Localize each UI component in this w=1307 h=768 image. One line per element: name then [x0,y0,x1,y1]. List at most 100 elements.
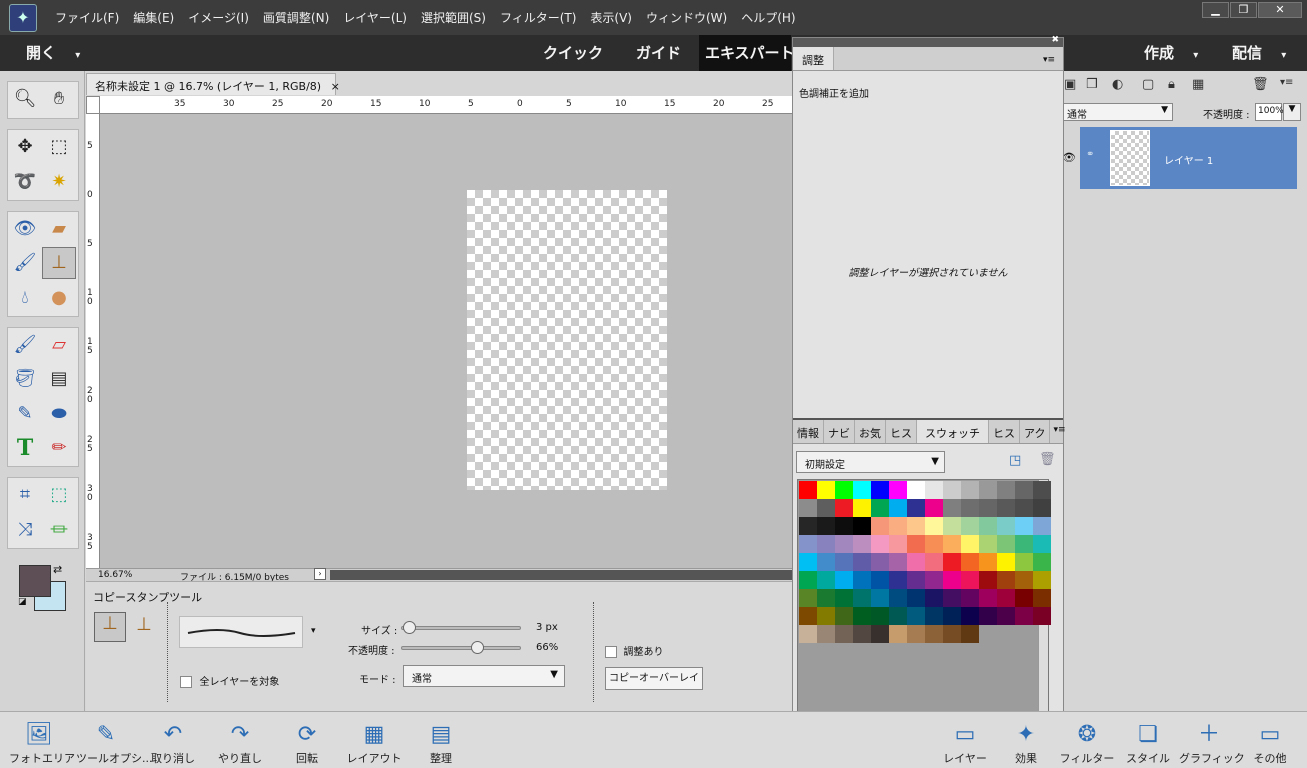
color-swatch[interactable] [835,499,853,517]
color-swatch[interactable] [871,481,889,499]
color-swatch[interactable] [835,553,853,571]
bottom-button-organizer[interactable]: ▤ 整理 [411,720,471,766]
recompose-tool-icon[interactable]: ⬚ [42,478,76,510]
panel-menu-icon[interactable]: ▾≡ [1038,53,1060,67]
color-swatch[interactable] [853,625,871,643]
color-swatch[interactable] [1033,607,1051,625]
canvas-area[interactable] [86,96,792,568]
color-swatch[interactable] [889,571,907,589]
layer-opacity-input[interactable]: 100% [1255,103,1284,121]
bottom-button-styles[interactable]: ❏ スタイル [1118,720,1178,766]
color-swatch[interactable] [997,517,1015,535]
color-swatch[interactable] [817,625,835,643]
color-swatch[interactable] [853,481,871,499]
visibility-eye-icon[interactable]: 👁︎ [1062,151,1076,164]
bottom-button-graphics[interactable]: ＋ グラフィック [1179,720,1245,766]
eraser-tool-icon[interactable]: ▱ [42,328,76,360]
blend-mode-select[interactable]: 通常 ▼ [1060,103,1173,121]
color-swatch[interactable] [961,571,979,589]
magic-wand-tool-icon[interactable]: ✷ [42,165,76,197]
color-swatch[interactable] [871,571,889,589]
color-swatch[interactable] [1033,535,1051,553]
color-swatch[interactable] [871,625,889,643]
color-swatch[interactable] [943,571,961,589]
eyedropper-tool-icon[interactable]: ✎ [8,397,42,429]
color-swatch[interactable] [907,589,925,607]
color-swatch[interactable] [817,607,835,625]
color-swatch[interactable] [799,571,817,589]
bottom-button-rotate[interactable]: ⟳ 回転 [277,720,337,766]
trash-icon[interactable]: 🗑︎ [1252,77,1269,92]
color-swatch[interactable] [1033,571,1051,589]
color-swatch[interactable] [799,481,817,499]
color-swatch[interactable] [907,553,925,571]
layer-opacity-dropdown[interactable]: ▼ [1283,103,1301,121]
swatch-preset-select[interactable]: 初期設定 ▼ [796,451,945,473]
menu-item[interactable]: ウィンドウ(W) [639,9,734,26]
color-swatch[interactable] [799,535,817,553]
color-swatch[interactable] [943,607,961,625]
bottom-button-effects[interactable]: ✦ 効果 [996,720,1056,766]
all-layers-option[interactable]: 全レイヤーを対象 [180,673,279,688]
color-swatch[interactable] [871,517,889,535]
color-swatch[interactable] [799,589,817,607]
color-swatch[interactable] [889,499,907,517]
color-swatch[interactable] [979,517,997,535]
color-swatch[interactable] [997,535,1015,553]
type-tool-icon[interactable]: T [8,432,42,464]
color-swatch[interactable] [817,499,835,517]
color-swatch[interactable] [817,481,835,499]
share-menu[interactable]: 配信 ▾ [1232,35,1286,71]
color-swatch[interactable] [943,553,961,571]
gradient-tool-icon[interactable]: ▤ [42,363,76,395]
size-slider[interactable] [401,621,521,634]
blur-tool-icon[interactable]: 💧︎ [8,281,42,313]
status-arrow-icon[interactable]: › [314,568,326,580]
color-swatch[interactable] [799,553,817,571]
swatch-panel-tab[interactable]: 情報 [793,420,824,443]
color-swatch[interactable] [907,607,925,625]
color-swatch[interactable] [943,481,961,499]
menu-item[interactable]: 編集(E) [126,9,181,26]
clone-stamp-mode-icon[interactable]: ⊥ [94,612,126,642]
swatch-panel-tab[interactable]: お気 [855,420,886,443]
horizontal-scrollbar[interactable] [330,570,792,580]
pattern-stamp-mode-icon[interactable]: ⊥ [130,614,158,640]
swatch-panel-tab[interactable]: ヒス [989,420,1020,443]
color-swatch[interactable] [817,553,835,571]
menu-item[interactable]: 選択範囲(S) [414,9,493,26]
color-swatch[interactable] [961,553,979,571]
color-swatch[interactable] [925,517,943,535]
bottom-button-photo-bin[interactable]: 🖼︎ フォトエリア [9,720,75,766]
tab-adjust[interactable]: 調整 [793,47,834,70]
crop-tool-icon[interactable]: ⌗ [8,478,42,510]
color-swatch[interactable] [1015,499,1033,517]
new-layer-icon[interactable]: ▣ [1064,77,1076,92]
color-swatch[interactable] [997,553,1015,571]
color-swatch[interactable] [925,499,943,517]
color-swatch[interactable] [889,535,907,553]
color-swatch[interactable] [997,481,1015,499]
move-tool-icon[interactable]: ✥ [8,130,42,162]
panel-menu-icon[interactable]: ▾≡ [1050,420,1068,443]
bottom-button-filters[interactable]: ❂ フィルター [1057,720,1117,766]
color-swatch[interactable] [1033,481,1051,499]
straighten-tool-icon[interactable]: ⏛ [42,513,76,545]
pencil-tool-icon[interactable]: ✏︎ [42,432,76,464]
color-swatch[interactable] [853,553,871,571]
color-swatch[interactable] [961,481,979,499]
all-layers-checkbox[interactable] [180,676,192,688]
color-swatch[interactable] [835,481,853,499]
menu-item[interactable]: 表示(V) [583,9,639,26]
foreground-color-swatch[interactable] [19,565,51,597]
color-swatch[interactable] [979,481,997,499]
bottom-button-more[interactable]: ▭ その他 [1240,720,1300,766]
clone-overlay-button[interactable]: コピーオーバーレイ [605,667,703,690]
color-swatch[interactable] [997,499,1015,517]
color-swatch[interactable] [907,535,925,553]
color-swatch[interactable] [961,607,979,625]
color-swatch[interactable] [943,499,961,517]
color-swatch[interactable] [961,589,979,607]
mode-select[interactable]: 通常 ▼ [403,665,565,687]
layer-mask-icon[interactable]: ▢ [1142,77,1154,92]
